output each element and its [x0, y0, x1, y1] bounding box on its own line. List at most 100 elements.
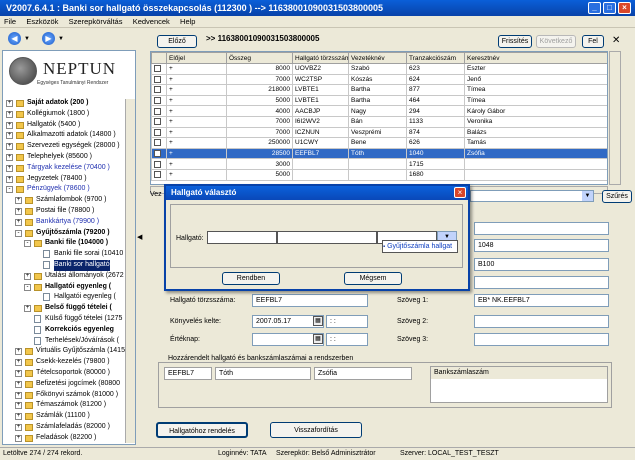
collapse-icon[interactable]: -: [24, 240, 31, 248]
grid-vertical-scrollbar[interactable]: [609, 51, 621, 185]
dropdown-option-gyujtoszamla[interactable]: ▪ Gyűjtőszámla hallgat: [382, 240, 458, 253]
column-header[interactable]: Előjel: [166, 52, 227, 64]
menu-help[interactable]: Help: [176, 16, 199, 28]
expand-icon[interactable]: +: [15, 348, 22, 356]
table-row[interactable]: +3000 1715: [151, 158, 607, 170]
row-checkbox[interactable]: [154, 171, 161, 179]
row-checkbox[interactable]: [154, 139, 161, 147]
row-checkbox-cell[interactable]: [151, 84, 167, 96]
tree-item[interactable]: + Befizetési jogcímek (80800: [3, 379, 135, 390]
tree-item[interactable]: + Kollégiumok (1800 ): [3, 109, 135, 120]
detail-field-2[interactable]: 1048: [474, 239, 609, 252]
table-row[interactable]: +7000 I6I2WV2 Bán 1133 Veronika: [151, 115, 607, 128]
megsem-button[interactable]: Mégsem: [344, 272, 402, 285]
forward-dropdown-icon[interactable]: ▼: [58, 36, 64, 42]
tree-item[interactable]: + Számlák (11100 ): [3, 411, 135, 422]
rendben-button[interactable]: Rendben: [222, 272, 280, 285]
column-header[interactable]: [151, 52, 167, 64]
visszaforditas-button[interactable]: Visszafordítás: [270, 422, 362, 438]
tree-item[interactable]: Külső függő tételei (1275: [3, 314, 135, 325]
row-checkbox[interactable]: [154, 65, 161, 73]
bank-account-list[interactable]: Bankszámlaszám: [430, 366, 608, 403]
tree-item[interactable]: + Hallgatók (5400 ): [3, 120, 135, 131]
tree-item[interactable]: + Belső függő tételei (: [3, 303, 135, 314]
column-header[interactable]: Keresztnév: [464, 52, 607, 64]
expand-icon[interactable]: +: [15, 369, 22, 377]
expand-icon[interactable]: +: [6, 110, 13, 118]
row-checkbox-cell[interactable]: [151, 147, 167, 160]
row-checkbox-cell[interactable]: [151, 137, 167, 149]
tree-scrollbar[interactable]: [125, 99, 135, 443]
collapse-icon[interactable]: -: [15, 229, 22, 237]
table-row[interactable]: +8000 UOVBZ2 Szabó 623 Eszter: [151, 63, 607, 75]
row-checkbox[interactable]: [154, 128, 161, 136]
menu-kedvencek[interactable]: Kedvencek: [129, 16, 174, 28]
table-row[interactable]: +5000 LVBTE1 Bartha 464 Tímea: [151, 94, 607, 107]
hallgato-field-2[interactable]: [277, 231, 377, 244]
expand-icon[interactable]: +: [15, 402, 22, 410]
forward-arrow-icon[interactable]: ▶: [42, 32, 55, 45]
back-dropdown-icon[interactable]: ▼: [24, 36, 30, 42]
tree-item[interactable]: + Saját adatok (200 ): [3, 98, 135, 109]
row-checkbox[interactable]: [154, 75, 161, 83]
row-checkbox-cell[interactable]: [151, 115, 167, 128]
tree-item[interactable]: + Utalási állományok (2672: [3, 271, 135, 282]
tree-item[interactable]: + Számlafombok (9700 ): [3, 195, 135, 206]
row-checkbox[interactable]: [154, 149, 161, 157]
expand-icon[interactable]: +: [24, 272, 31, 280]
row-checkbox-cell[interactable]: [151, 73, 167, 86]
expand-icon[interactable]: +: [6, 121, 13, 129]
row-checkbox-cell[interactable]: [151, 158, 167, 170]
frissites-button[interactable]: Frissítés: [498, 35, 532, 48]
row-checkbox[interactable]: [154, 86, 161, 94]
szures-button[interactable]: Szűrés: [602, 190, 632, 203]
tree-item[interactable]: + Telephelyek (85600 ): [3, 152, 135, 163]
minimize-icon[interactable]: _: [588, 2, 601, 14]
kovetkezo-button[interactable]: Következő: [536, 35, 576, 48]
tree-item[interactable]: Terhelések/Jóváírások (: [3, 336, 135, 347]
back-arrow-icon[interactable]: ◀: [8, 32, 21, 45]
row-checkbox[interactable]: [154, 160, 161, 168]
expand-icon[interactable]: +: [15, 218, 22, 226]
tree-item[interactable]: Korrekciós egyenleg: [3, 325, 135, 336]
tree-item[interactable]: + Bankkártya (79900 ): [3, 217, 135, 228]
tree-item[interactable]: + Csekk-kezelés (79800 ): [3, 357, 135, 368]
calendar-icon[interactable]: ▦: [313, 334, 323, 344]
expand-icon[interactable]: +: [6, 100, 13, 107]
tree-item[interactable]: + Szervezeti egységek (28000 ): [3, 141, 135, 152]
szoveg2-field[interactable]: [474, 315, 609, 328]
tree-item[interactable]: + Jegyzetek (78400 ): [3, 174, 135, 185]
konyveles-time-field[interactable]: : :: [326, 315, 368, 328]
detail-field-3[interactable]: B100: [474, 258, 609, 271]
hallgato-field-1[interactable]: [207, 231, 277, 244]
close-icon[interactable]: ×: [454, 187, 466, 198]
tree-item[interactable]: - Hallgatói egyenleg (: [3, 282, 135, 293]
menu-szerepkorvaltas[interactable]: Szerepkörváltás: [65, 16, 127, 28]
expand-icon[interactable]: +: [15, 380, 22, 388]
tree-item[interactable]: + Számlafeladás (82000 ): [3, 422, 135, 433]
column-header[interactable]: Vezetéknév: [348, 52, 407, 64]
tree-item[interactable]: Banki sor hallgató: [3, 259, 135, 271]
expand-icon[interactable]: +: [6, 132, 13, 140]
collapse-icon[interactable]: -: [24, 283, 31, 291]
expand-icon[interactable]: +: [15, 391, 22, 399]
column-header[interactable]: Tranzakciószám: [406, 52, 465, 64]
row-checkbox-cell[interactable]: [151, 126, 167, 139]
menu-file[interactable]: File: [0, 16, 20, 28]
tree-item[interactable]: - Pénzügyek (78600 ): [3, 184, 135, 195]
expand-icon[interactable]: +: [6, 164, 13, 172]
panel-splitter[interactable]: ◀: [137, 50, 143, 445]
chevron-down-icon[interactable]: ▼: [582, 191, 593, 201]
expand-icon[interactable]: +: [15, 434, 22, 442]
row-checkbox-cell[interactable]: [151, 105, 167, 117]
column-header[interactable]: Hallgató törzsszáma: [292, 52, 349, 64]
tree-item[interactable]: + Tételcsoportok (80000 ): [3, 368, 135, 379]
table-row[interactable]: +7000 ICZNUN Veszprémi 874 Balázs: [151, 126, 607, 139]
expand-icon[interactable]: +: [15, 413, 22, 421]
table-row[interactable]: +218000 LVBTE1 Bartha 877 Tímea: [151, 84, 607, 96]
erteknap-time-field[interactable]: : :: [326, 333, 368, 346]
tree-item[interactable]: + Tárgyak kezelése (70400 ): [3, 163, 135, 174]
tree-item[interactable]: + Feladások (82200 ): [3, 433, 135, 443]
expand-icon[interactable]: +: [24, 305, 31, 313]
detail-field-4[interactable]: [474, 276, 609, 289]
